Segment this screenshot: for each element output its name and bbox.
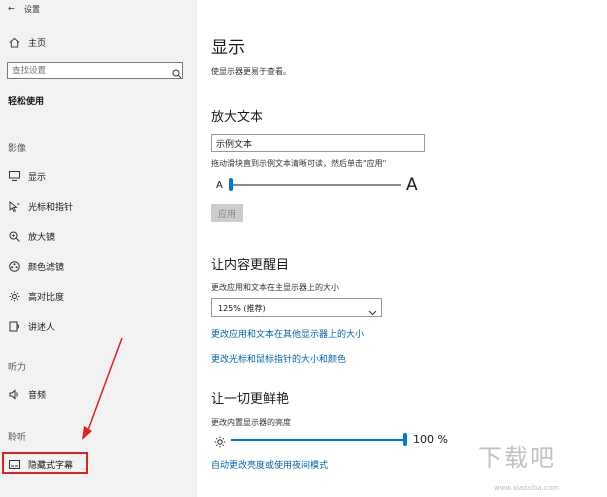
link-auto-brightness[interactable]: 自动更改亮度或使用夜间模式 [211,458,328,471]
apply-button-label: 应用 [217,209,236,220]
brightness-sun-icon [214,433,226,452]
heading-make-prominent: 让内容更醒目 [211,258,290,273]
watermark-logo: 下载吧 [478,444,556,472]
watermark-url: www.xiazaiba.com [494,484,559,492]
enlarge-instruction: 拖动滑块直到示例文本清晰可读，然后单击"应用" [211,159,387,168]
text-size-slider-thumb[interactable] [229,178,233,191]
heading-brighter: 让一切更鲜艳 [211,392,290,407]
link-pointer-size[interactable]: 更改光标和鼠标指针的大小和颜色 [211,352,346,365]
page-subtitle: 使显示器更易于查看。 [211,67,291,76]
apply-button[interactable]: 应用 [211,204,243,222]
annotation-arrow [82,337,123,440]
brightness-label: 更改内置显示器的亮度 [211,418,291,427]
chevron-down-icon [368,302,377,321]
scale-dropdown[interactable]: 125% (推荐) [211,298,382,317]
brightness-slider-track[interactable] [231,439,403,441]
large-a-label: A [406,175,418,195]
page-title: 显示 [211,38,245,58]
brightness-value: 100 % [413,433,448,446]
heading-enlarge-text: 放大文本 [211,110,264,125]
sample-text-field[interactable] [211,134,425,152]
scale-label: 更改应用和文本在主显示器上的大小 [211,283,339,292]
small-a-label: A [216,180,223,191]
text-size-slider-track[interactable] [229,184,401,186]
link-other-displays[interactable]: 更改应用和文本在其他显示器上的大小 [211,327,364,340]
brightness-slider-thumb[interactable] [403,433,407,446]
scale-dropdown-value: 125% (推荐) [218,304,266,313]
